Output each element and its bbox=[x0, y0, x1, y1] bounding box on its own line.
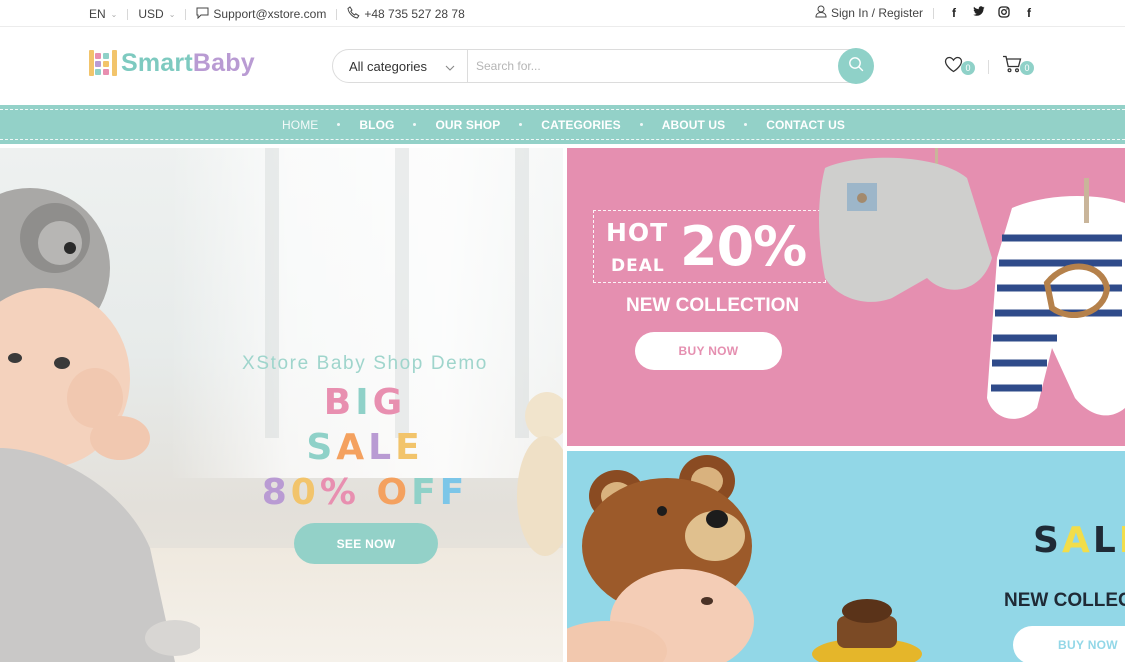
discount-percent: 20% bbox=[680, 215, 807, 278]
hero-off-letter: F bbox=[439, 472, 469, 513]
search-button[interactable] bbox=[838, 48, 874, 84]
instagram-icon[interactable] bbox=[998, 5, 1010, 21]
main-nav: HOME BLOG OUR SHOP CATEGORIES ABOUT US C… bbox=[0, 105, 1125, 144]
hero-line-off: 80% OFF bbox=[0, 472, 563, 513]
sale-title: SALE bbox=[1033, 520, 1125, 561]
nav-separator bbox=[337, 123, 341, 126]
chevron-down-icon: ⌄ bbox=[110, 9, 118, 19]
hero-big-letter: G bbox=[372, 382, 407, 423]
nav-separator bbox=[744, 123, 748, 126]
support-email: Support@xstore.com bbox=[213, 7, 327, 21]
hero-off-letter: 0 bbox=[290, 472, 320, 513]
logo-text-part2: Baby bbox=[192, 48, 255, 77]
hero-off-letter: F bbox=[411, 472, 440, 513]
promo-title: NEW COLLECTION bbox=[626, 295, 800, 316]
search-input[interactable] bbox=[468, 50, 872, 82]
wishlist-button[interactable]: 0 bbox=[944, 56, 975, 78]
site-header: SmartBaby All categories 0 bbox=[0, 27, 1125, 105]
chevron-down-icon bbox=[445, 59, 455, 74]
cart-count-badge: 0 bbox=[1020, 60, 1034, 75]
category-select[interactable]: All categories bbox=[333, 50, 468, 82]
sale-letter: L bbox=[1092, 520, 1119, 561]
twitter-icon[interactable] bbox=[973, 5, 985, 21]
nav-item-our-shop[interactable]: OUR SHOP bbox=[435, 118, 500, 132]
logo-text: SmartBaby bbox=[121, 49, 255, 78]
sign-in-link[interactable]: Sign In / Register bbox=[815, 5, 923, 21]
logo-mark-icon bbox=[89, 48, 117, 78]
baby-clothes-image bbox=[819, 148, 1125, 419]
hero-off-letter: O bbox=[376, 472, 412, 513]
sign-in-label: Sign In / Register bbox=[830, 6, 923, 20]
sale-letter: S bbox=[1033, 520, 1062, 561]
promo-banner-sale[interactable]: SALE NEW COLLECTION BUY NOW bbox=[567, 451, 1125, 662]
hero-off-letter: % bbox=[319, 472, 360, 513]
hot-deal-box: HOT DEAL 20% bbox=[593, 210, 826, 283]
category-select-label: All categories bbox=[349, 58, 428, 74]
buy-now-button[interactable]: BUY NOW bbox=[635, 332, 782, 370]
facebook-icon-2[interactable]: f bbox=[1023, 6, 1035, 21]
sale-letter: A bbox=[1061, 520, 1093, 561]
divider bbox=[933, 7, 934, 19]
currency-selector[interactable]: USD ⌄ bbox=[138, 7, 175, 21]
hero-line-sale: SALE bbox=[0, 427, 563, 468]
divider bbox=[185, 8, 187, 20]
logo-text-part1: Smart bbox=[121, 48, 193, 77]
search-bar: All categories bbox=[332, 48, 874, 84]
language-label: EN bbox=[89, 7, 106, 21]
top-bar: EN ⌄ USD ⌄ Support@xstore.com +48 735 52… bbox=[0, 0, 1125, 27]
cart-icon bbox=[1002, 55, 1022, 78]
hero-big-letter: B bbox=[323, 382, 356, 423]
nav-item-home[interactable]: HOME bbox=[282, 118, 318, 132]
chat-icon bbox=[196, 7, 209, 22]
deal-label: DEAL bbox=[611, 256, 665, 276]
chevron-down-icon: ⌄ bbox=[168, 9, 176, 19]
hot-label: HOT bbox=[606, 218, 669, 247]
nav-item-about-us[interactable]: ABOUT US bbox=[662, 118, 725, 132]
top-bar-right: Sign In / Register f f bbox=[815, 5, 1035, 21]
hero-big-letter: I bbox=[355, 382, 373, 423]
currency-label: USD bbox=[138, 7, 164, 21]
facebook-icon[interactable]: f bbox=[948, 6, 960, 21]
main-nav-list: HOME BLOG OUR SHOP CATEGORIES ABOUT US C… bbox=[282, 105, 845, 144]
support-email-link[interactable]: Support@xstore.com bbox=[196, 7, 326, 22]
hero-sale-letter: A bbox=[336, 427, 369, 468]
phone-icon bbox=[347, 6, 360, 22]
search-icon bbox=[848, 56, 864, 77]
cart-button[interactable]: 0 bbox=[1002, 55, 1034, 78]
sale-letter: E bbox=[1119, 520, 1125, 561]
top-bar-left: EN ⌄ USD ⌄ Support@xstore.com +48 735 52… bbox=[89, 6, 465, 22]
wishlist-count-badge: 0 bbox=[961, 60, 975, 75]
hero-subtitle: XStore Baby Shop Demo bbox=[242, 353, 488, 374]
nav-item-categories[interactable]: CATEGORIES bbox=[541, 118, 620, 132]
logo[interactable]: SmartBaby bbox=[89, 48, 255, 78]
nav-item-contact-us[interactable]: CONTACT US bbox=[766, 118, 845, 132]
nav-separator bbox=[413, 123, 417, 126]
buy-now-button-2[interactable]: BUY NOW bbox=[1013, 626, 1125, 662]
see-now-button[interactable]: SEE NOW bbox=[294, 523, 438, 564]
hero-off-letter bbox=[360, 472, 377, 513]
user-icon bbox=[815, 5, 827, 21]
header-icons: 0 0 bbox=[944, 55, 1034, 78]
nav-item-blog[interactable]: BLOG bbox=[359, 118, 394, 132]
promo-subtitle: NEW COLLECTION bbox=[1004, 590, 1125, 611]
divider bbox=[127, 8, 129, 20]
hero-line-big: BIG bbox=[0, 382, 563, 423]
hero-sale-letter: S bbox=[306, 427, 337, 468]
hero-sale-letter: L bbox=[368, 427, 396, 468]
promo-banner-hot-deal[interactable]: HOT DEAL 20% NEW COLLECTION BUY NOW bbox=[567, 148, 1125, 446]
language-selector[interactable]: EN ⌄ bbox=[89, 7, 117, 21]
hero-sale-letter: E bbox=[395, 427, 424, 468]
hero-off-letter: 8 bbox=[261, 472, 291, 513]
divider bbox=[336, 8, 338, 20]
hero-slider: XStore Baby Shop Demo BIG SALE 80% OFF S… bbox=[0, 148, 563, 662]
phone-number: +48 735 527 28 78 bbox=[364, 7, 465, 21]
phone-link[interactable]: +48 735 527 28 78 bbox=[347, 6, 465, 22]
nav-separator bbox=[519, 123, 523, 126]
social-links: f f bbox=[948, 6, 1035, 21]
baby-bear-hat-image bbox=[567, 455, 922, 662]
nav-separator bbox=[639, 123, 643, 126]
divider bbox=[988, 59, 989, 74]
